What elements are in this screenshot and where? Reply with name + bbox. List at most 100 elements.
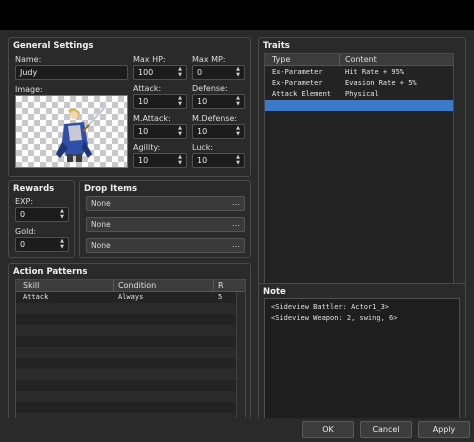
column-skill[interactable]: Skill — [23, 281, 39, 290]
column-divider — [213, 280, 214, 292]
table-row[interactable] — [16, 303, 245, 314]
column-r[interactable]: R — [218, 281, 224, 290]
note-textarea[interactable]: <Sideview Battler: Actor1_3> <Sideview W… — [264, 298, 460, 433]
mattack-value: 10 — [138, 127, 149, 136]
agility-spinbox[interactable]: 10 ▲ ▼ — [133, 153, 187, 168]
spin-arrows-icon[interactable]: ▲ ▼ — [176, 66, 184, 79]
agility-value: 10 — [138, 156, 149, 165]
vertical-scrollbar[interactable] — [236, 292, 245, 434]
column-divider — [113, 280, 114, 292]
ellipsis-icon[interactable]: … — [232, 198, 240, 207]
table-row[interactable]: Attack Always 5 — [16, 292, 245, 303]
max-hp-spinbox[interactable]: 100 ▲ ▼ — [133, 65, 187, 80]
max-mp-spinbox[interactable]: 0 ▲ ▼ — [192, 65, 245, 80]
table-row[interactable] — [16, 369, 245, 380]
ellipsis-icon[interactable]: … — [232, 219, 240, 228]
luck-value: 10 — [197, 156, 208, 165]
type-cell: Attack Element — [272, 90, 332, 98]
rewards-title: Rewards — [13, 184, 55, 194]
table-row[interactable] — [16, 325, 245, 336]
spin-arrows-icon[interactable]: ▲ ▼ — [176, 95, 184, 108]
drop-item-2[interactable]: None … — [86, 217, 245, 232]
table-row[interactable]: Attack Element Physical — [265, 89, 453, 100]
mdefense-label: M.Defense: — [192, 114, 238, 123]
content-cell: Evasion Rate + 5% — [345, 79, 417, 87]
battler-sprite-icon — [56, 105, 107, 162]
column-condition[interactable]: Condition — [118, 281, 156, 290]
defense-spinbox[interactable]: 10 ▲ ▼ — [192, 94, 245, 109]
type-cell: Ex-Parameter — [272, 79, 323, 87]
note-title: Note — [263, 287, 286, 297]
action-patterns-table[interactable]: Skill Condition R Attack Always 5 — [15, 279, 246, 435]
table-row[interactable] — [16, 358, 245, 369]
mattack-label: M.Attack: — [133, 114, 171, 123]
ellipsis-icon[interactable]: … — [232, 240, 240, 249]
drop-items-title: Drop Items — [84, 184, 138, 194]
table-row[interactable]: Ex-Parameter Hit Rate + 95% — [265, 67, 453, 78]
table-row[interactable] — [16, 314, 245, 325]
table-row[interactable]: Ex-Parameter Evasion Rate + 5% — [265, 78, 453, 89]
apply-button[interactable]: Apply — [418, 421, 470, 438]
drop-item-3[interactable]: None … — [86, 238, 245, 253]
spin-arrows-icon[interactable]: ▲ ▼ — [176, 154, 184, 167]
spin-arrows-icon[interactable]: ▲ ▼ — [58, 238, 66, 251]
column-type[interactable]: Type — [272, 55, 290, 64]
mdefense-value: 10 — [197, 127, 208, 136]
content-cell: Hit Rate + 95% — [345, 68, 405, 76]
name-label: Name: — [15, 55, 42, 64]
spin-arrows-icon[interactable]: ▲ ▼ — [58, 208, 66, 221]
gold-label: Gold: — [15, 227, 37, 236]
traits-table[interactable]: Type Content Ex-Parameter Hit Rate + 95%… — [264, 53, 454, 293]
spin-arrows-icon[interactable]: ▲ ▼ — [234, 154, 242, 167]
name-input[interactable]: Judy — [15, 65, 128, 80]
selected-table-row[interactable] — [265, 100, 453, 111]
table-row[interactable] — [16, 380, 245, 391]
cancel-button[interactable]: Cancel — [360, 421, 412, 438]
max-mp-label: Max MP: — [192, 55, 226, 64]
traits-header: Type Content — [265, 54, 453, 66]
spin-arrows-icon[interactable]: ▲ ▼ — [234, 125, 242, 138]
exp-label: EXP: — [15, 197, 34, 206]
name-value: Judy — [20, 68, 38, 77]
exp-spinbox[interactable]: 0 ▲ ▼ — [15, 207, 69, 222]
type-cell: Ex-Parameter — [272, 68, 323, 76]
content-cell: Physical — [345, 90, 379, 98]
attack-label: Attack: — [133, 84, 162, 93]
spin-arrows-icon[interactable]: ▲ ▼ — [234, 66, 242, 79]
luck-spinbox[interactable]: 10 ▲ ▼ — [192, 153, 245, 168]
table-row[interactable] — [16, 336, 245, 347]
column-divider — [339, 54, 340, 66]
general-settings-title: General Settings — [13, 41, 94, 51]
drop-item-value: None — [91, 220, 111, 229]
spin-arrows-icon[interactable]: ▲ ▼ — [176, 125, 184, 138]
enemy-image[interactable] — [15, 95, 128, 168]
gold-spinbox[interactable]: 0 ▲ ▼ — [15, 237, 69, 252]
attack-value: 10 — [138, 97, 149, 106]
mattack-spinbox[interactable]: 10 ▲ ▼ — [133, 124, 187, 139]
gold-value: 0 — [20, 240, 26, 249]
rating-cell: 5 — [218, 293, 223, 301]
enemy-editor-window: General Settings Name: Judy Image: Max H… — [0, 30, 474, 442]
condition-cell: Always — [118, 293, 144, 301]
drop-item-value: None — [91, 241, 111, 250]
table-row[interactable] — [16, 391, 245, 402]
agility-label: Agility: — [133, 143, 161, 152]
defense-value: 10 — [197, 97, 208, 106]
table-row[interactable] — [16, 347, 245, 358]
spin-arrows-icon[interactable]: ▲ ▼ — [234, 95, 242, 108]
image-label: Image: — [15, 85, 43, 94]
exp-value: 0 — [20, 210, 26, 219]
action-patterns-header: Skill Condition R — [16, 280, 245, 292]
max-hp-label: Max HP: — [133, 55, 166, 64]
skill-cell: Attack — [23, 293, 49, 301]
drop-item-value: None — [91, 199, 111, 208]
traits-title: Traits — [263, 41, 290, 51]
column-content[interactable]: Content — [345, 55, 377, 64]
attack-spinbox[interactable]: 10 ▲ ▼ — [133, 94, 187, 109]
ok-button[interactable]: OK — [302, 421, 354, 438]
title-bar — [0, 0, 474, 30]
mdefense-spinbox[interactable]: 10 ▲ ▼ — [192, 124, 245, 139]
drop-item-1[interactable]: None … — [86, 196, 245, 211]
table-row[interactable] — [16, 402, 245, 413]
defense-label: Defense: — [192, 84, 228, 93]
